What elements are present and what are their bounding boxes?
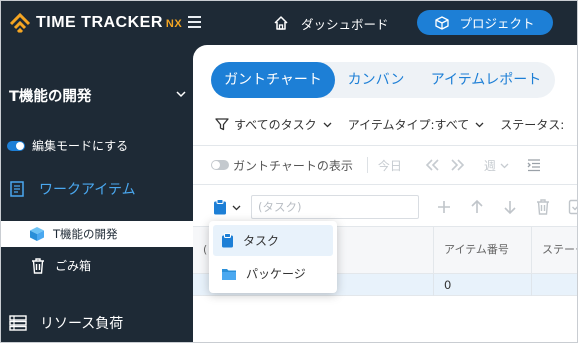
subitem-label: T機能の開発	[53, 227, 118, 241]
project-name: T機能の開発	[9, 89, 92, 105]
view-tabs: ガントチャート カンバン アイテムレポート	[211, 62, 555, 98]
gantt-toolbar: ガントチャートの表示 今日 週	[211, 156, 541, 174]
menu-item-task-label: タスク	[243, 234, 280, 248]
filter-all-tasks[interactable]: すべてのタスク	[215, 116, 332, 133]
home-icon	[274, 16, 288, 30]
gantt-display-label: ガントチャートの表示	[233, 158, 353, 173]
tab-kanban[interactable]: カンバン	[335, 62, 417, 98]
filter-item-type[interactable]: アイテムタイプ:すべて	[348, 116, 485, 133]
gantt-display-toggle[interactable]	[211, 160, 229, 170]
filter-bar: すべてのタスク アイテムタイプ:すべて ステータス:	[215, 113, 577, 135]
cube-icon	[435, 15, 450, 30]
trash-icon[interactable]	[535, 199, 551, 215]
filter-status[interactable]: ステータス:	[500, 116, 564, 133]
task-name-input[interactable]: (タスク)	[251, 195, 419, 219]
indent-icon[interactable]	[527, 158, 541, 172]
menu-toggle-icon[interactable]	[186, 13, 204, 31]
edit-mode-label: 編集モードにする	[32, 139, 129, 153]
project-label: プロジェクト	[459, 16, 535, 31]
arrow-up-icon[interactable]	[469, 199, 485, 215]
resource-label: リソース負荷	[40, 316, 124, 332]
item-type-dropdown: タスク パッケージ	[209, 221, 337, 293]
divider	[193, 184, 577, 185]
logo: TIME TRACKER NX	[9, 11, 182, 36]
work-items-label: ワークアイテム	[39, 182, 136, 198]
folder-icon	[222, 268, 236, 280]
trash-icon	[32, 257, 44, 274]
logo-mark-icon	[9, 12, 31, 33]
logo-title: TIME TRACKER	[36, 14, 163, 31]
menu-item-package-label: パッケージ	[246, 267, 306, 281]
chevron-down-icon	[323, 122, 332, 127]
sidebar-item-resource-load[interactable]: リソース負荷	[9, 313, 123, 333]
resource-chart-icon	[9, 315, 27, 331]
menu-item-task[interactable]: タスク	[213, 225, 333, 256]
cube-icon	[30, 227, 44, 241]
tab-gantt[interactable]: ガントチャート	[211, 62, 335, 98]
main-panel: ガントチャート カンバン アイテムレポート すべてのタスク アイテムタイプ:すべ…	[193, 45, 577, 342]
divider	[366, 157, 368, 173]
chevron-down-icon	[500, 163, 509, 168]
dashboard-label: ダッシュボード	[301, 16, 389, 32]
task-toolbar: (タスク)	[213, 195, 577, 219]
tab-item-report[interactable]: アイテムレポート	[417, 62, 555, 98]
checkbox-icon[interactable]	[568, 199, 577, 215]
divider	[193, 145, 577, 146]
filter-item-type-label: アイテムタイプ:すべて	[347, 117, 470, 132]
double-chevron-right-icon[interactable]	[450, 158, 466, 172]
today-button[interactable]: 今日	[378, 157, 402, 174]
clipboard-icon[interactable]	[213, 199, 227, 215]
project-button[interactable]: プロジェクト	[417, 10, 553, 35]
toggle-switch[interactable]	[7, 140, 25, 151]
filter-all-tasks-label: すべてのタスク	[234, 117, 317, 132]
logo-suffix: NX	[165, 18, 183, 30]
week-select[interactable]: 週	[484, 157, 496, 174]
sidebar-subitem-trash[interactable]: ごみ箱	[31, 257, 91, 274]
filter-icon	[215, 118, 229, 131]
column-header-status[interactable]: ステータス	[531, 227, 577, 275]
cell-item-number: 0	[433, 274, 531, 296]
trash-label: ごみ箱	[55, 259, 92, 273]
filter-status-label: ステータス:	[500, 117, 565, 132]
chevron-down-icon[interactable]	[175, 88, 187, 100]
app-window: TIME TRACKER NX ダッシュボード プロジェクト T機能の開発 編集…	[0, 0, 578, 343]
sidebar: T機能の開発 編集モードにする ワークアイテム T機能の開発 ごみ箱 リソース負…	[1, 45, 193, 342]
column-header-item-number[interactable]: アイテム番号	[433, 227, 531, 275]
dashboard-button[interactable]: ダッシュボード	[273, 11, 389, 35]
clipboard-icon	[222, 233, 233, 248]
cell-status	[531, 274, 577, 296]
menu-item-package[interactable]: パッケージ	[213, 258, 333, 289]
chevron-down-icon	[475, 122, 484, 127]
arrow-down-icon[interactable]	[502, 199, 518, 215]
double-chevron-left-icon[interactable]	[424, 158, 440, 172]
sidebar-item-work-items[interactable]: ワークアイテム	[9, 179, 136, 199]
edit-mode-toggle[interactable]: 編集モードにする	[7, 137, 128, 154]
logo-text: TIME TRACKER NX	[36, 11, 182, 36]
document-list-icon	[10, 181, 24, 197]
sidebar-subitem-project[interactable]: T機能の開発	[1, 221, 193, 247]
chevron-down-icon[interactable]	[232, 203, 241, 212]
add-icon[interactable]	[436, 199, 452, 215]
top-bar: TIME TRACKER NX ダッシュボード プロジェクト	[1, 1, 577, 45]
